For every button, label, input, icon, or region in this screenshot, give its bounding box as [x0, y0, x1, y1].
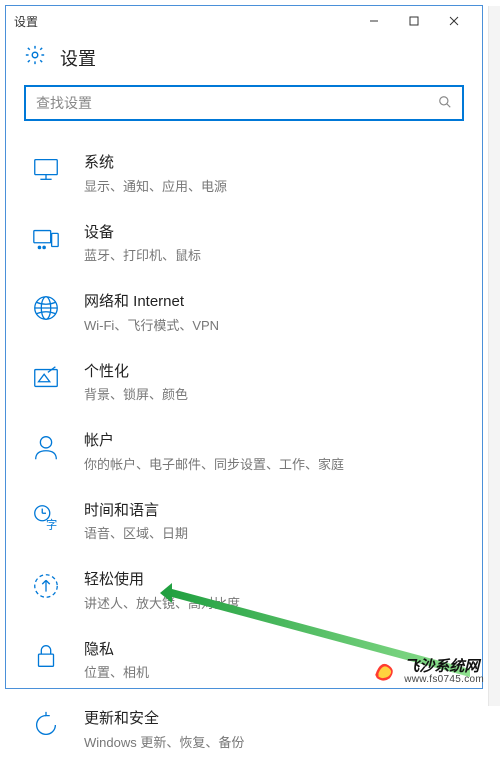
- ease-icon: [28, 568, 64, 604]
- personalize-icon: [28, 360, 64, 396]
- search-input[interactable]: [36, 95, 438, 111]
- app-title: 设置: [60, 45, 96, 71]
- category-subtitle: 你的帐户、电子邮件、同步设置、工作、家庭: [84, 454, 344, 473]
- category-title: 系统: [84, 153, 227, 173]
- category-text: 轻松使用讲述人、放大镜、高对比度: [84, 568, 240, 612]
- category-title: 个性化: [84, 362, 188, 382]
- category-subtitle: 位置、相机: [84, 662, 149, 681]
- watermark-url: www.fs0745.com: [404, 675, 484, 686]
- category-text: 隐私位置、相机: [84, 638, 149, 682]
- category-text: 帐户你的帐户、电子邮件、同步设置、工作、家庭: [84, 429, 344, 473]
- monitor-icon: [28, 151, 64, 187]
- devices-icon: [28, 221, 64, 257]
- watermark-logo-icon: [372, 657, 398, 688]
- time-lang-icon: 字: [28, 499, 64, 535]
- category-subtitle: 语音、区域、日期: [84, 523, 188, 542]
- category-item[interactable]: 轻松使用讲述人、放大镜、高对比度: [24, 556, 464, 626]
- category-item[interactable]: 系统显示、通知、应用、电源: [24, 139, 464, 209]
- settings-window: 设置 设置 系统显示、通知、应用、电源设备蓝牙、打印机、鼠标网络和 Intern…: [5, 5, 483, 689]
- category-title: 帐户: [84, 431, 344, 451]
- category-text: 更新和安全 Windows 更新、恢复、备份: [84, 707, 244, 751]
- category-subtitle: 显示、通知、应用、电源: [84, 176, 227, 195]
- maximize-button[interactable]: [394, 7, 434, 35]
- category-subtitle: 蓝牙、打印机、鼠标: [84, 245, 201, 264]
- category-title: 隐私: [84, 640, 149, 660]
- gear-icon: [24, 44, 46, 71]
- category-title: 轻松使用: [84, 570, 240, 590]
- right-scroll-strip: [488, 6, 500, 706]
- category-subtitle: Wi-Fi、飞行模式、VPN: [84, 315, 219, 334]
- update-icon: [28, 707, 64, 743]
- category-subtitle: Windows 更新、恢复、备份: [84, 732, 244, 751]
- category-item[interactable]: 更新和安全 Windows 更新、恢复、备份: [24, 695, 464, 765]
- search-icon: [438, 95, 452, 112]
- category-item[interactable]: 设备蓝牙、打印机、鼠标: [24, 209, 464, 279]
- close-button[interactable]: [434, 7, 474, 35]
- category-text: 系统显示、通知、应用、电源: [84, 151, 227, 195]
- category-subtitle: 讲述人、放大镜、高对比度: [84, 593, 240, 612]
- titlebar: 设置: [6, 6, 482, 36]
- minimize-button[interactable]: [354, 7, 394, 35]
- category-item[interactable]: 帐户你的帐户、电子邮件、同步设置、工作、家庭: [24, 417, 464, 487]
- category-title: 设备: [84, 223, 201, 243]
- category-text: 时间和语言语音、区域、日期: [84, 499, 188, 543]
- category-text: 个性化背景、锁屏、颜色: [84, 360, 188, 404]
- globe-icon: [28, 290, 64, 326]
- watermark-name: 飞沙系统网: [404, 659, 484, 675]
- window-controls: [354, 7, 474, 35]
- category-title: 更新和安全: [84, 709, 244, 729]
- person-icon: [28, 429, 64, 465]
- category-title: 时间和语言: [84, 501, 188, 521]
- svg-text:字: 字: [46, 517, 57, 531]
- category-subtitle: 背景、锁屏、颜色: [84, 384, 188, 403]
- app-header: 设置: [6, 36, 482, 85]
- category-text: 网络和 Internet Wi-Fi、飞行模式、VPN: [84, 290, 219, 334]
- lock-icon: [28, 638, 64, 674]
- window-title: 设置: [14, 13, 354, 30]
- category-item[interactable]: 个性化背景、锁屏、颜色: [24, 348, 464, 418]
- category-title: 网络和 Internet: [84, 292, 219, 312]
- category-text: 设备蓝牙、打印机、鼠标: [84, 221, 201, 265]
- search-box[interactable]: [24, 85, 464, 121]
- watermark: 飞沙系统网 www.fs0745.com: [366, 653, 490, 692]
- category-item[interactable]: 网络和 Internet Wi-Fi、飞行模式、VPN: [24, 278, 464, 348]
- category-item[interactable]: 字 时间和语言语音、区域、日期: [24, 487, 464, 557]
